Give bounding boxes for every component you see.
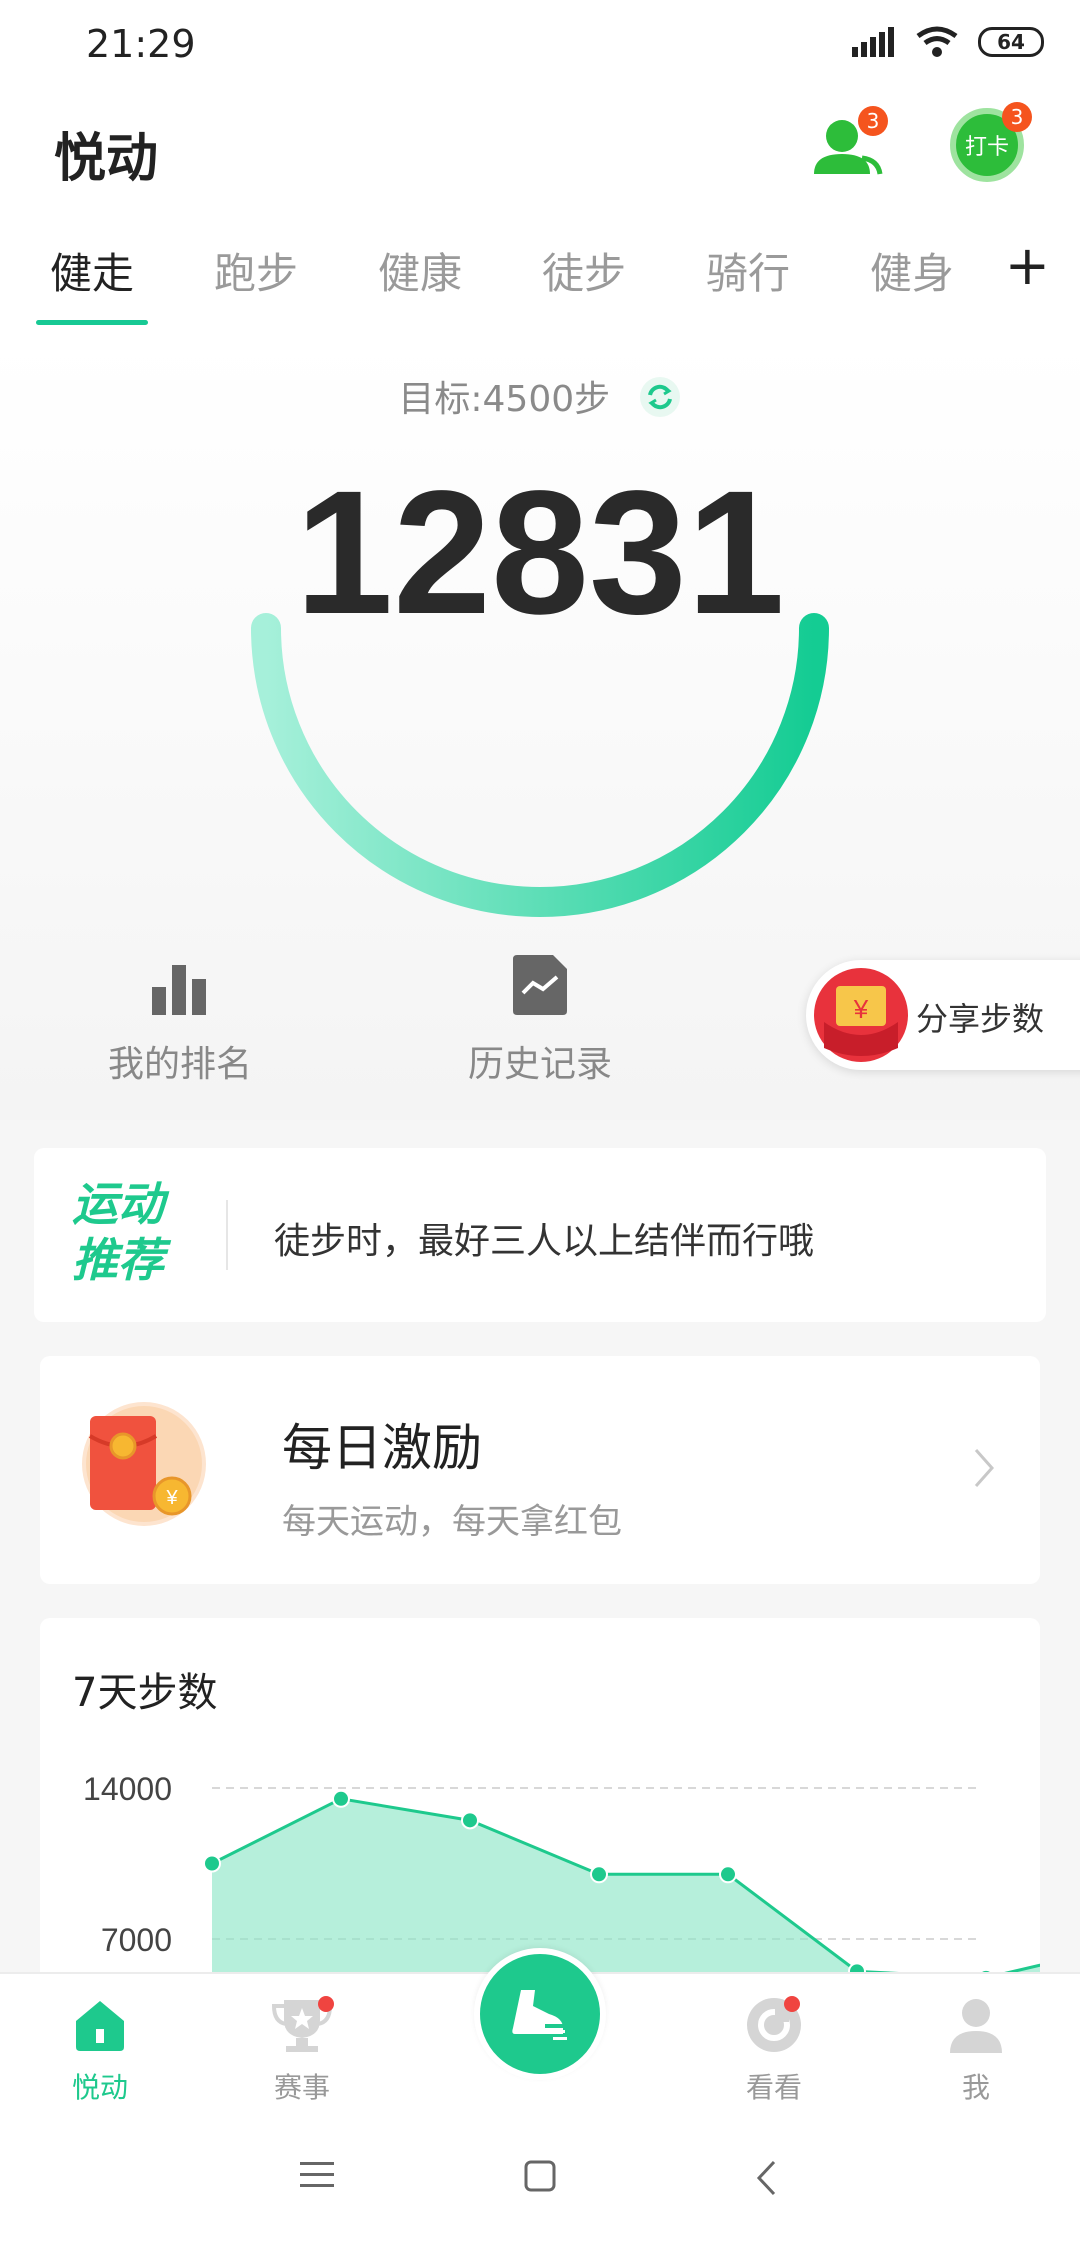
- checkin-badge: 3: [1002, 102, 1032, 132]
- status-icons: 64: [852, 26, 1044, 58]
- data-point: [461, 1811, 479, 1830]
- history-button[interactable]: 历史记录: [440, 945, 640, 1087]
- signal-icon: [852, 27, 894, 57]
- nav-home[interactable]: 悦动: [40, 1992, 160, 2106]
- nav-events-label: 赛事: [273, 2071, 330, 2104]
- tip-tag: 运动 推荐: [72, 1176, 192, 1288]
- system-navigation-bar: [0, 2112, 1080, 2244]
- tab-running[interactable]: 跑步: [214, 240, 298, 301]
- friends-button[interactable]: 3: [810, 106, 888, 186]
- data-point: [203, 1854, 221, 1873]
- tab-health[interactable]: 健康: [378, 240, 462, 301]
- svg-text:¥: ¥: [165, 1487, 178, 1509]
- step-count: 12831: [295, 455, 785, 651]
- nav-events[interactable]: 赛事: [242, 1992, 362, 2106]
- my-ranking-label: 我的排名: [107, 1044, 252, 1085]
- discover-notification-dot: [784, 1996, 800, 2012]
- status-bar: 21:29 64: [0, 0, 1080, 90]
- exercise-tip-card[interactable]: 运动 推荐 徒步时，最好三人以上结伴而行哦: [34, 1148, 1046, 1322]
- friends-badge: 3: [858, 106, 888, 136]
- tip-text: 徒步时，最好三人以上结伴而行哦: [274, 1221, 815, 1262]
- category-tabs: 健走 跑步 健康 徒步 骑行 健身 +: [0, 234, 1080, 340]
- home-icon: [76, 2001, 124, 2051]
- battery-indicator: 64: [978, 27, 1044, 57]
- nav-home-label: 悦动: [71, 2071, 128, 2104]
- running-shoe-icon: [512, 1990, 567, 2040]
- tab-hiking[interactable]: 徒步: [542, 240, 626, 301]
- app-header: 悦动 3 打卡 3: [0, 90, 1080, 240]
- events-notification-dot: [318, 1996, 334, 2012]
- refresh-icon[interactable]: [638, 375, 682, 428]
- history-icon: [513, 955, 567, 1015]
- bar-chart-icon: [152, 965, 206, 1015]
- tip-tag-line2: 推荐: [72, 1233, 164, 1287]
- menu-icon[interactable]: [300, 2160, 334, 2190]
- nav-discover[interactable]: 看看: [714, 1992, 834, 2106]
- currency-symbol: ¥: [853, 994, 869, 1024]
- checkin-button[interactable]: 打卡 3: [950, 102, 1032, 182]
- reward-subtitle: 每天运动，每天拿红包: [282, 1502, 622, 1542]
- tab-walking[interactable]: 健走: [50, 240, 134, 301]
- data-point: [590, 1865, 608, 1884]
- back-icon[interactable]: [756, 2160, 776, 2196]
- goal-row: 目标:4500步: [0, 370, 1080, 428]
- red-packet-icon: ¥: [82, 1402, 206, 1526]
- app-title: 悦动: [54, 129, 159, 189]
- data-point: [332, 1789, 350, 1808]
- goal-text: 目标:4500步: [398, 379, 611, 420]
- status-time: 21:29: [86, 22, 196, 66]
- daily-reward-card[interactable]: ¥ 每日激励 每天运动，每天拿红包: [40, 1356, 1040, 1584]
- nav-me-label: 我: [961, 2071, 990, 2104]
- chevron-right-icon: [974, 1449, 995, 1487]
- reward-title: 每日激励: [282, 1419, 482, 1477]
- tip-tag-line1: 运动: [72, 1177, 164, 1231]
- tip-divider: [226, 1200, 228, 1270]
- wifi-icon: [916, 26, 958, 57]
- my-ranking-button[interactable]: 我的排名: [80, 945, 280, 1087]
- tab-cycling[interactable]: 骑行: [706, 240, 790, 301]
- add-tab-button[interactable]: +: [1005, 234, 1050, 297]
- tab-fitness[interactable]: 健身: [870, 240, 954, 301]
- active-tab-indicator: [36, 320, 148, 325]
- home-square-icon[interactable]: [524, 2160, 556, 2192]
- user-icon: [950, 1999, 1002, 2053]
- data-point: [719, 1865, 737, 1884]
- share-steps-button[interactable]: ¥ 分享步数: [806, 960, 1080, 1070]
- y-tick-label: 7000: [101, 1922, 172, 1958]
- history-label: 历史记录: [467, 1044, 612, 1085]
- checkin-label: 打卡: [964, 135, 1009, 160]
- nav-me[interactable]: 我: [916, 1992, 1036, 2106]
- nav-discover-label: 看看: [745, 2071, 802, 2104]
- start-workout-button[interactable]: [474, 1948, 606, 2080]
- y-tick-label: 14000: [83, 1771, 172, 1807]
- share-steps-label: 分享步数: [916, 1000, 1045, 1038]
- red-envelope-icon: ¥: [814, 968, 908, 1062]
